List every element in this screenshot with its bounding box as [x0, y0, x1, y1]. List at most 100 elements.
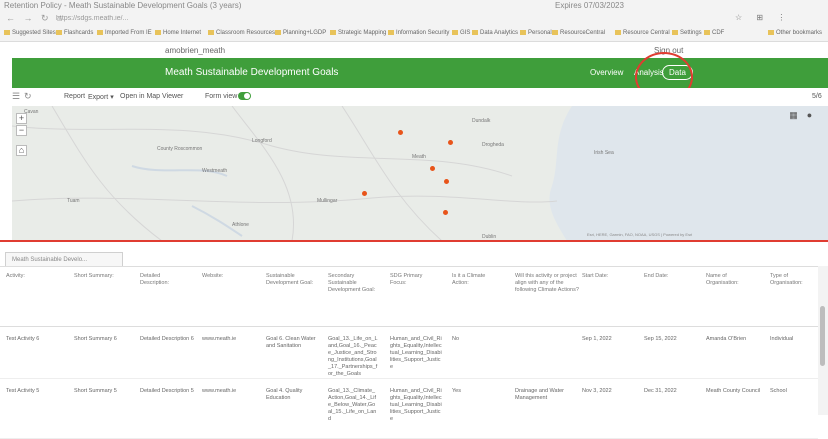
table-cell: Short Summary 6 — [74, 336, 117, 342]
form-view-toggle[interactable] — [238, 92, 251, 100]
tab-title[interactable]: Retention Policy - Meath Sustainable Dev… — [4, 1, 241, 10]
expires-text: Expires 07/03/2023 — [555, 1, 624, 10]
column-header[interactable]: Secondary Sustainable Development Goal: — [328, 273, 376, 294]
bookmark-item[interactable]: Home Internet — [155, 30, 201, 36]
folder-icon — [388, 30, 394, 35]
bookmark-item[interactable]: Classroom Resources — [208, 30, 275, 36]
basemap-gallery-icon[interactable]: ▦ — [788, 111, 799, 122]
map-point[interactable] — [362, 191, 367, 196]
column-header[interactable]: Will this activity or project align with… — [515, 273, 579, 294]
bookmark-item[interactable]: Strategic Mapping — [330, 30, 386, 36]
bookmark-item[interactable]: ResourceCentral — [552, 30, 605, 36]
map-point[interactable] — [444, 179, 449, 184]
page-count: 5/6 — [812, 93, 822, 100]
folder-icon — [97, 30, 103, 35]
bookmark-item[interactable]: Settings — [672, 30, 702, 36]
map-point[interactable] — [443, 210, 448, 215]
layers-icon[interactable]: ● — [804, 111, 815, 122]
table-cell: Sep 1, 2022 — [582, 336, 612, 342]
address-bar[interactable]: https://sdgs.meath.ie/... — [56, 15, 556, 22]
bookmark-item[interactable]: CDF — [704, 30, 724, 36]
map-label: Irish Sea — [594, 150, 614, 156]
table-row[interactable]: Test Activity 5 Short Summary 5 Detailed… — [0, 379, 818, 439]
table-cell: Dec 31, 2022 — [644, 388, 677, 394]
data-table: Activity: Short Summary: Detailed Descri… — [0, 266, 818, 439]
table-cell: No — [452, 336, 460, 342]
bookmark-item[interactable]: Other bookmarks — [768, 30, 822, 36]
column-header[interactable]: SDG Primary Focus: — [390, 273, 440, 287]
column-header[interactable]: Is it a Climate Action: — [452, 273, 502, 287]
table-cell: Sep 15, 2022 — [644, 336, 677, 342]
table-cell: Nov 3, 2022 — [582, 388, 612, 394]
table-cell: Individual — [770, 336, 794, 342]
column-header[interactable]: Start Date: — [582, 273, 637, 280]
menu-icon[interactable]: ☰ — [12, 91, 20, 102]
column-header[interactable]: Type of Organisation: — [770, 273, 814, 287]
bookmark-item[interactable]: Planning+LGDP — [275, 30, 326, 36]
table-cell: Drainage and Water Management — [515, 388, 565, 401]
table-cell: Short Summary 5 — [74, 388, 117, 394]
table-scrollbar[interactable] — [818, 266, 828, 415]
bookmark-item[interactable]: Flashcards — [56, 30, 93, 36]
column-header[interactable]: Detailed Description: — [140, 273, 185, 287]
export-button[interactable]: Export ▾ — [88, 93, 114, 101]
table-cell: School — [770, 388, 787, 394]
bookmark-item[interactable]: Resource Central — [615, 30, 670, 36]
browser-actions-icon[interactable]: ☆ ⊞ ⋮ — [735, 13, 791, 22]
bookmark-item[interactable]: GIS — [452, 30, 470, 36]
map-label: County Roscommon — [157, 146, 203, 152]
map-label: Mullingar — [317, 198, 338, 204]
zoom-out-button[interactable]: − — [16, 125, 27, 136]
folder-icon — [472, 30, 478, 35]
map-view[interactable]: Cavan County Roscommon Longford Westmeat… — [12, 106, 828, 241]
map-basemap — [12, 106, 828, 241]
nav-overview[interactable]: Overview — [590, 68, 623, 77]
map-point[interactable] — [398, 130, 403, 135]
column-header[interactable]: Sustainable Development Goal: — [266, 273, 326, 287]
map-label: Westmeath — [202, 168, 228, 174]
table-cell: Human_and_Civil_Rights_Equality,Intellec… — [390, 388, 442, 422]
scrollbar-thumb[interactable] — [820, 306, 825, 366]
table-cell: Test Activity 5 — [6, 388, 40, 394]
browser-chrome: Retention Policy - Meath Sustainable Dev… — [0, 0, 828, 42]
folder-icon — [520, 30, 526, 35]
bookmark-item[interactable]: Information Security — [388, 30, 449, 36]
zoom-in-button[interactable]: + — [16, 113, 27, 124]
form-view-label: Form view — [205, 93, 238, 100]
bookmark-item[interactable]: Data Analytics — [472, 30, 518, 36]
bookmarks-bar: Suggested Sites Flashcards Imported From… — [0, 27, 828, 41]
open-map-viewer-button[interactable]: Open in Map Viewer — [120, 93, 183, 100]
table-row[interactable]: Test Activity 6 Short Summary 6 Detailed… — [0, 327, 818, 379]
column-header[interactable]: End Date: — [644, 273, 699, 280]
bookmark-item[interactable]: Imported From IE — [97, 30, 152, 36]
table-cell: Detailed Description 6 — [140, 336, 194, 342]
table-tab[interactable]: Meath Sustainable Develo... — [5, 252, 123, 266]
folder-icon — [208, 30, 214, 35]
home-icon[interactable]: ⌂ — [16, 145, 27, 156]
folder-icon — [4, 30, 10, 35]
column-header[interactable]: Website: — [202, 273, 257, 280]
table-cell: Goal 4. Quality Education — [266, 388, 303, 401]
column-header[interactable]: Name of Organisation: — [706, 273, 761, 287]
column-header[interactable]: Activity: — [6, 273, 61, 280]
bookmark-item[interactable]: Suggested Sites — [4, 30, 56, 36]
refresh-icon[interactable]: ↻ — [24, 91, 32, 102]
folder-icon — [330, 30, 336, 35]
map-attribution: Esri, HERE, Garmin, FAO, NOAA, USGS | Po… — [587, 232, 693, 237]
table-cell: Yes — [452, 388, 461, 394]
column-header[interactable]: Short Summary: — [74, 273, 134, 280]
table-cell: Meath County Council — [706, 388, 761, 394]
map-label: Longford — [252, 138, 272, 144]
map-label: Athlone — [232, 222, 249, 228]
username: amobrien_meath — [165, 46, 226, 55]
folder-icon — [552, 30, 558, 35]
table-header: Activity: Short Summary: Detailed Descri… — [0, 267, 818, 327]
table-cell: www.meath.ie — [202, 388, 237, 394]
map-point[interactable] — [448, 140, 453, 145]
folder-icon — [155, 30, 161, 35]
table-cell: www.meath.ie — [202, 336, 237, 342]
folder-icon — [56, 30, 62, 35]
bookmark-item[interactable]: Personal — [520, 30, 552, 36]
map-point[interactable] — [430, 166, 435, 171]
report-button[interactable]: Report — [64, 93, 85, 100]
